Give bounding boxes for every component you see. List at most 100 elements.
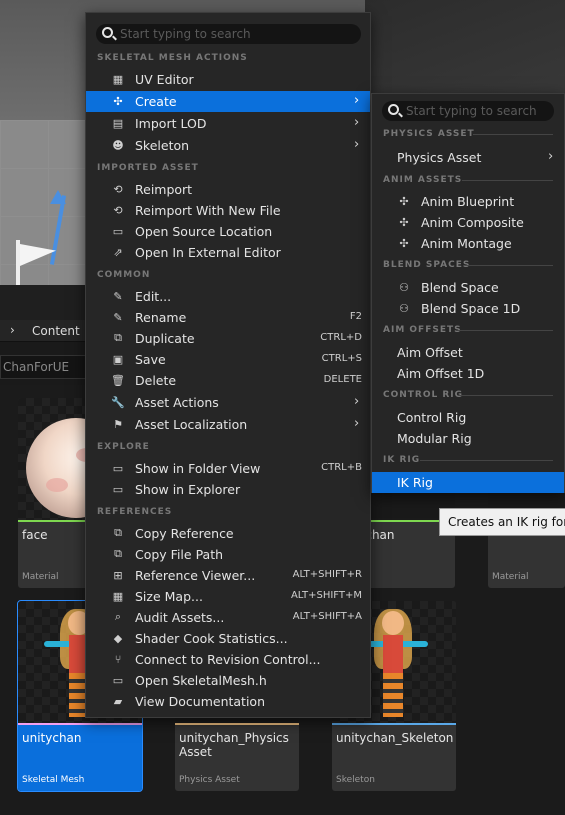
external-editor-icon: ⇗: [113, 245, 123, 259]
content-tab-label: Content: [32, 324, 80, 338]
save-icon: ▣: [112, 352, 124, 366]
section-header: SKELETAL MESH ACTIONS: [97, 53, 248, 63]
asset-type: Physics Asset: [179, 775, 240, 785]
section-header: IK RIG: [383, 455, 421, 465]
search-icon: [102, 27, 113, 38]
skeleton-icon: ☻: [112, 138, 124, 152]
submenu-item-modular-rig[interactable]: Modular Rig: [372, 428, 564, 449]
submenu-item-aim-offset-1d[interactable]: Aim Offset 1D: [372, 363, 564, 384]
search-icon: [388, 104, 399, 115]
audit-icon: ⌕: [114, 610, 122, 623]
asset-context-menu: SKELETAL MESH ACTIONS ▦ UV Editor ✣ Crea…: [85, 12, 371, 718]
asset-name: unitychan_Skeleton: [336, 731, 454, 745]
reimport-icon: ⟲: [113, 182, 123, 196]
menu-item-delete[interactable]: 🗑 Delete DELETE: [86, 370, 362, 391]
section-header: ANIM ASSETS: [383, 175, 463, 185]
menu-item-copy-file-path[interactable]: ⧉ Copy File Path: [86, 544, 370, 565]
menu-item-open-header[interactable]: ▭ Open SkeletalMesh.h: [86, 670, 370, 691]
menu-item-save[interactable]: ▣ Save CTRL+S: [86, 349, 362, 370]
code-file-icon: ▭: [112, 673, 124, 687]
submenu-item-blend-space-1d[interactable]: ⚇ Blend Space 1D: [372, 298, 564, 319]
section-divider: [462, 180, 553, 181]
asset-type: Skeletal Mesh: [22, 775, 85, 785]
menu-item-reimport-new-file[interactable]: ⟲ Reimport With New File: [86, 200, 370, 221]
content-path-text: ChanForUE: [3, 360, 70, 374]
content-path-field[interactable]: ChanForUE: [0, 355, 90, 379]
submenu-item-anim-montage[interactable]: ✣ Anim Montage: [372, 233, 564, 254]
section-header: AIM OFFSETS: [383, 325, 462, 335]
chevron-right-icon: ›: [548, 149, 554, 164]
submenu-item-aim-offset[interactable]: Aim Offset: [372, 342, 564, 363]
chevron-right-icon[interactable]: ›: [10, 323, 15, 337]
wrench-icon: 🔧: [111, 395, 125, 409]
section-divider: [458, 395, 553, 396]
pencil-icon: ✎: [113, 289, 123, 303]
submenu-search-input[interactable]: [406, 101, 554, 121]
chevron-right-icon: ›: [354, 115, 360, 130]
explorer-icon: ▭: [112, 482, 124, 496]
submenu-item-control-rig[interactable]: Control Rig: [372, 407, 564, 428]
menu-item-uv-editor[interactable]: ▦ UV Editor: [86, 69, 370, 90]
chevron-right-icon: ›: [354, 137, 360, 152]
uv-editor-icon: ▦: [112, 72, 124, 86]
section-divider: [473, 134, 553, 135]
menu-item-asset-actions[interactable]: 🔧 Asset Actions ›: [86, 392, 370, 413]
menu-item-duplicate[interactable]: ⧉ Duplicate CTRL+D: [86, 328, 362, 349]
menu-item-import-lod[interactable]: ▤ Import LOD ›: [86, 113, 370, 134]
menu-item-view-documentation[interactable]: ▰ View Documentation: [86, 691, 370, 712]
copy-reference-icon: ⧉: [114, 526, 122, 539]
menu-item-open-external-editor[interactable]: ⇗ Open In External Editor: [86, 242, 370, 263]
submenu-item-ik-rig[interactable]: IK Rig: [372, 472, 564, 493]
content-browser-tab[interactable]: › Content: [0, 320, 90, 342]
submenu-item-anim-composite[interactable]: ✣ Anim Composite: [372, 212, 564, 233]
trash-icon: 🗑: [111, 373, 125, 387]
menu-search-input[interactable]: [120, 24, 280, 44]
asset-type-stripe: [175, 723, 299, 725]
menu-search-box[interactable]: [96, 24, 361, 44]
menu-item-show-folder-view[interactable]: ▭ Show in Folder View CTRL+B: [86, 458, 362, 479]
section-divider: [465, 265, 553, 266]
menu-item-create[interactable]: ✣ Create ›: [86, 91, 370, 112]
menu-item-open-source-location[interactable]: ▭ Open Source Location: [86, 221, 370, 242]
submenu-item-anim-blueprint[interactable]: ✣ Anim Blueprint: [372, 191, 564, 212]
menu-item-edit[interactable]: ✎ Edit...: [86, 286, 370, 307]
menu-item-reference-viewer[interactable]: ⊞ Reference Viewer... ALT+SHIFT+R: [86, 565, 362, 586]
reimport-file-icon: ⟲: [113, 203, 123, 217]
menu-item-asset-localization[interactable]: ⚑ Asset Localization ›: [86, 414, 370, 435]
section-header: BLEND SPACES: [383, 260, 471, 270]
asset-type-stripe: [332, 723, 456, 725]
asset-name: unitychan: [22, 731, 82, 745]
menu-item-connect-revision-control[interactable]: ⑂ Connect to Revision Control...: [86, 649, 370, 670]
section-header: PHYSICS ASSET: [383, 129, 475, 139]
transform-gizmo-arrow-head[interactable]: [50, 190, 66, 204]
section-header: IMPORTED ASSET: [97, 163, 199, 173]
section-header: CONTROL RIG: [383, 390, 464, 400]
menu-item-shader-cook-stats[interactable]: ◆ Shader Cook Statistics...: [86, 628, 370, 649]
player-start-flag-icon: [8, 238, 68, 288]
section-divider: [458, 330, 553, 331]
shader-icon: ◆: [113, 631, 123, 645]
submenu-item-blend-space[interactable]: ⚇ Blend Space: [372, 277, 564, 298]
section-divider: [420, 460, 553, 461]
blend-space-icon: ⚇: [399, 280, 409, 294]
submenu-search-box[interactable]: [382, 101, 554, 121]
chevron-right-icon: ›: [354, 93, 360, 108]
menu-item-audit-assets[interactable]: ⌕ Audit Assets... ALT+SHIFT+A: [86, 607, 362, 628]
folder-icon: ▭: [112, 224, 124, 238]
menu-item-size-map[interactable]: ▦ Size Map... ALT+SHIFT+M: [86, 586, 362, 607]
reference-viewer-icon: ⊞: [113, 568, 123, 582]
menu-item-copy-reference[interactable]: ⧉ Copy Reference: [86, 523, 370, 544]
anim-montage-icon: ✣: [399, 236, 409, 250]
anim-blueprint-icon: ✣: [399, 194, 409, 208]
create-icon: ✣: [113, 94, 123, 108]
menu-item-rename[interactable]: ✎ Rename F2: [86, 307, 362, 328]
chevron-right-icon: ›: [354, 416, 360, 431]
submenu-item-physics-asset[interactable]: Physics Asset ›: [372, 147, 564, 168]
copy-path-icon: ⧉: [114, 547, 122, 560]
blend-space-1d-icon: ⚇: [399, 301, 409, 315]
menu-item-show-explorer[interactable]: ▭ Show in Explorer: [86, 479, 370, 500]
menu-item-reimport[interactable]: ⟲ Reimport: [86, 179, 370, 200]
menu-item-skeleton[interactable]: ☻ Skeleton ›: [86, 135, 370, 156]
revision-control-icon: ⑂: [114, 652, 122, 666]
duplicate-icon: ⧉: [114, 331, 122, 344]
